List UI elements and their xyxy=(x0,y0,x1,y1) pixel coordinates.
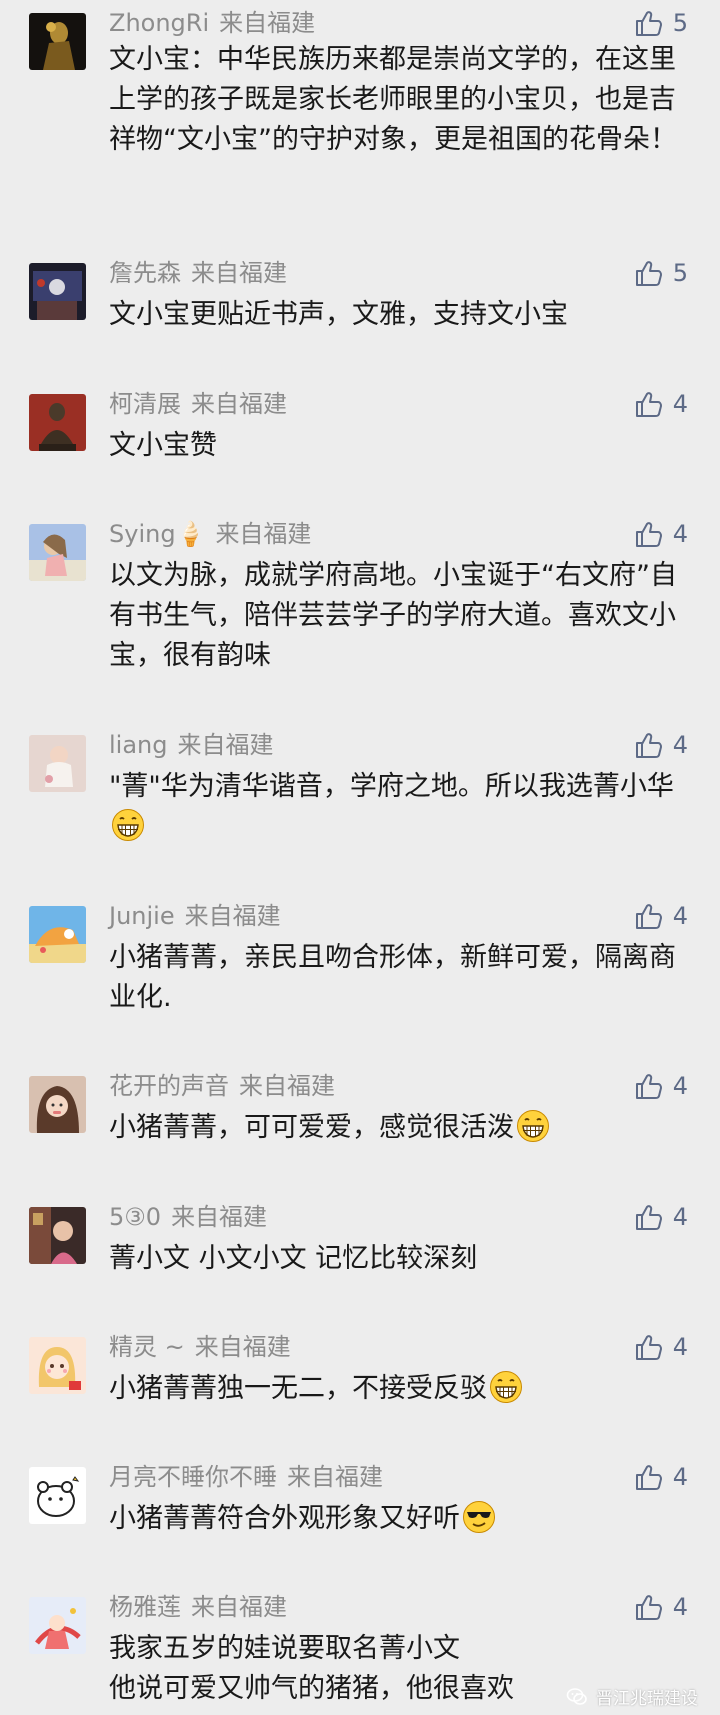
comment-meta: Sying🍦 来自福建 xyxy=(109,518,311,550)
thumbs-up-icon xyxy=(635,11,662,36)
comment-meta: 詹先森 来自福建 xyxy=(109,257,287,289)
avatar[interactable] xyxy=(29,394,86,451)
like-button[interactable]: 5 xyxy=(633,257,688,289)
commenter-name[interactable]: 花开的声音 xyxy=(109,1072,229,1100)
cool-emoji-icon xyxy=(463,1501,495,1533)
commenter-name[interactable]: ZhongRi xyxy=(109,9,209,37)
comment-meta: 5③0 来自福建 xyxy=(109,1201,267,1233)
avatar[interactable] xyxy=(29,906,86,963)
grin-emoji-icon xyxy=(112,809,144,841)
comment-text: 小猪菁菁，亲民且吻合形体，新鲜可爱，隔离商业化. xyxy=(109,942,676,1013)
like-count: 4 xyxy=(672,1463,688,1491)
like-button[interactable]: 4 xyxy=(633,1201,688,1233)
avatar[interactable] xyxy=(29,524,86,581)
commenter-name[interactable]: 詹先森 xyxy=(109,259,181,287)
comment-location: 来自福建 xyxy=(191,259,287,287)
like-count: 4 xyxy=(672,1333,688,1361)
like-count: 4 xyxy=(672,1072,688,1100)
thumbs-up-icon xyxy=(635,392,662,417)
thumbs-up-icon xyxy=(635,1335,662,1360)
avatar[interactable] xyxy=(29,1337,86,1394)
thumbs-up-icon xyxy=(635,1205,662,1230)
comment-text: 菁小文 小文小文 记忆比较深刻 xyxy=(109,1243,478,1274)
comment-text: 小猪菁菁符合外观形象又好听 xyxy=(109,1499,694,1539)
like-button[interactable]: 5 xyxy=(633,7,688,39)
comment-meta: Junjie 来自福建 xyxy=(109,900,281,932)
commenter-name[interactable]: Junjie xyxy=(109,902,175,930)
like-button[interactable]: 4 xyxy=(633,1461,688,1493)
thumbs-up-icon xyxy=(635,261,662,286)
grin-emoji-icon xyxy=(517,1110,549,1142)
commenter-name[interactable]: liang xyxy=(109,731,168,759)
like-count: 4 xyxy=(672,731,688,759)
thumbs-up-icon xyxy=(635,1595,662,1620)
comment-location: 来自福建 xyxy=(219,9,316,37)
like-button[interactable]: 4 xyxy=(633,1070,688,1102)
like-count: 5 xyxy=(672,259,688,287)
thumbs-up-icon xyxy=(635,1074,662,1099)
comment-location: 来自福建 xyxy=(287,1463,383,1491)
comment-meta: 柯清展 来自福建 xyxy=(109,388,287,420)
comment-text: 以文为脉，成就学府高地。小宝诞于“右文府”自有书生气，陪伴芸芸学子的学府大道。喜… xyxy=(109,560,677,671)
comment-meta: liang 来自福建 xyxy=(109,729,274,761)
like-count: 4 xyxy=(672,1203,688,1231)
commenter-name[interactable]: 月亮不睡你不睡 xyxy=(109,1463,277,1491)
comment-text: 文小宝更贴近书声，文雅，支持文小宝 xyxy=(109,299,568,330)
comment-text: 小猪菁菁，可可爱爱，感觉很活泼 xyxy=(109,1108,694,1148)
avatar[interactable] xyxy=(29,1207,86,1264)
avatar[interactable] xyxy=(29,263,86,320)
comment-location: 来自福建 xyxy=(171,1203,268,1231)
commenter-name[interactable]: Sying🍦 xyxy=(109,520,205,548)
comment-meta: 花开的声音 来自福建 xyxy=(109,1070,335,1102)
like-button[interactable]: 4 xyxy=(633,1331,688,1363)
comment-location: 来自福建 xyxy=(184,902,281,930)
like-count: 4 xyxy=(672,902,688,930)
like-count: 5 xyxy=(672,9,688,37)
avatar[interactable] xyxy=(29,735,86,792)
commenter-name[interactable]: 柯清展 xyxy=(109,390,181,418)
comment-text: 文小宝赞 xyxy=(109,430,217,461)
comment-meta: 精灵 ~ 来自福建 xyxy=(109,1331,291,1363)
thumbs-up-icon xyxy=(635,1465,662,1490)
watermark: 晋江兆瑞建设 xyxy=(566,1684,698,1709)
comment-location: 来自福建 xyxy=(191,1593,287,1621)
like-button[interactable]: 4 xyxy=(633,900,688,932)
like-count: 4 xyxy=(672,520,688,548)
grin-emoji-icon xyxy=(490,1371,522,1403)
like-count: 4 xyxy=(672,390,688,418)
commenter-name[interactable]: 5③0 xyxy=(109,1203,161,1231)
thumbs-up-icon xyxy=(635,904,662,929)
commenter-name[interactable]: 精灵 ~ xyxy=(109,1333,185,1361)
comment-text: 小猪菁菁独一无二，不接受反驳 xyxy=(109,1369,694,1409)
like-button[interactable]: 4 xyxy=(633,729,688,761)
comment-text: "菁"华为清华谐音，学府之地。所以我选菁小华 xyxy=(109,767,694,847)
thumbs-up-icon xyxy=(635,733,662,758)
comment-meta: ZhongRi 来自福建 xyxy=(109,7,315,39)
avatar[interactable] xyxy=(29,1467,86,1524)
comment-meta: 杨雅莲 来自福建 xyxy=(109,1591,287,1623)
avatar[interactable] xyxy=(29,13,86,70)
comment-meta: 月亮不睡你不睡 来自福建 xyxy=(109,1461,383,1493)
comment-location: 来自福建 xyxy=(177,731,274,759)
wechat-icon xyxy=(566,1687,587,1705)
like-button[interactable]: 4 xyxy=(633,388,688,420)
like-button[interactable]: 4 xyxy=(633,1591,688,1623)
like-button[interactable]: 4 xyxy=(633,518,688,550)
avatar[interactable] xyxy=(29,1076,86,1133)
comment-location: 来自福建 xyxy=(191,390,287,418)
thumbs-up-icon xyxy=(635,522,662,547)
like-count: 4 xyxy=(672,1593,688,1621)
avatar[interactable] xyxy=(29,1597,86,1654)
comment-location: 来自福建 xyxy=(194,1333,291,1361)
comment-location: 来自福建 xyxy=(239,1072,335,1100)
watermark-text: 晋江兆瑞建设 xyxy=(596,1689,698,1709)
comment-location: 来自福建 xyxy=(215,520,312,548)
comment-text: 文小宝：中华民族历来都是崇尚文学的，在这里上学的孩子既是家长老师眼里的小宝贝，也… xyxy=(109,44,677,155)
commenter-name[interactable]: 杨雅莲 xyxy=(109,1593,181,1621)
